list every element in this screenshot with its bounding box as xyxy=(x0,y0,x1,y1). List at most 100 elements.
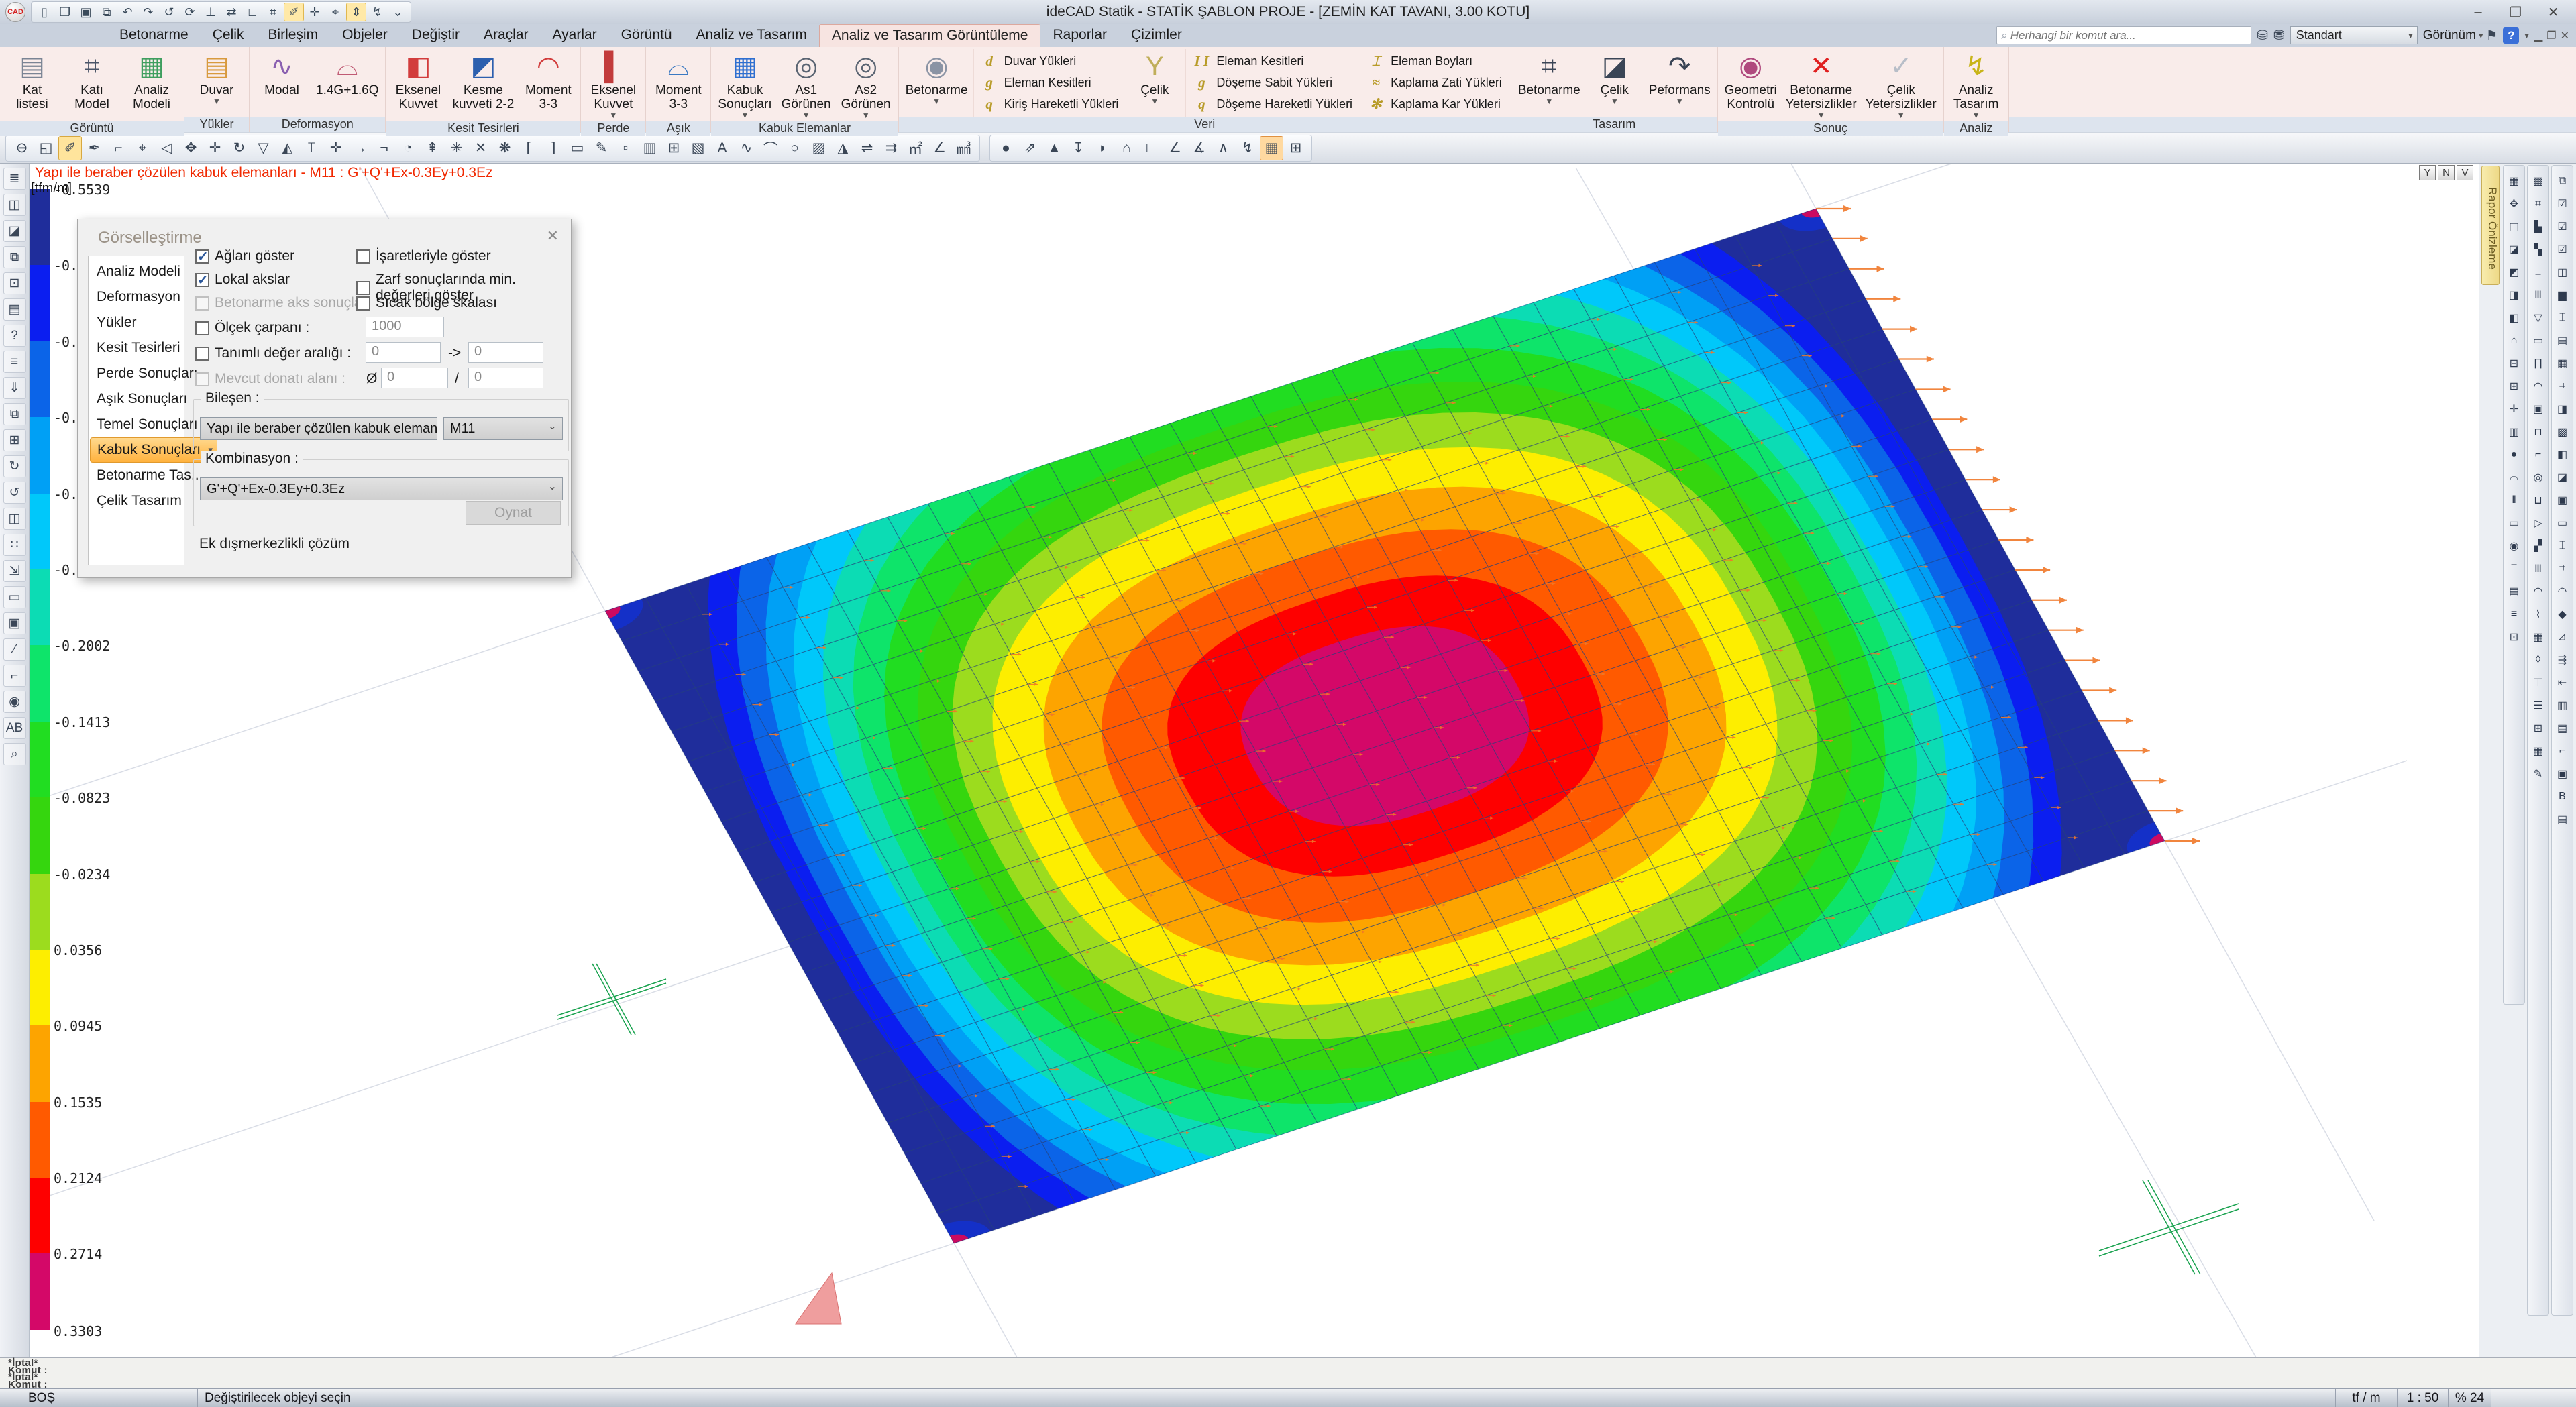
ribbon-button-celik-veri[interactable]: Y Çelik ▼ xyxy=(1126,49,1183,117)
dialog-close-icon[interactable]: ✕ xyxy=(547,227,559,245)
gorsellestirme-dialog[interactable]: Görselleştirme ✕ Analiz Modeli Deformasy… xyxy=(77,219,572,578)
dialog-nav-item[interactable]: Perde Sonuçları xyxy=(89,361,184,386)
qat-tool-icon[interactable]: ↶ xyxy=(117,3,138,21)
right-tool-icon[interactable]: ☰ xyxy=(2529,697,2547,714)
right-tool-icon[interactable]: ◧ xyxy=(2505,309,2523,327)
close-button[interactable]: ✕ xyxy=(2534,2,2572,22)
right-tool-icon[interactable]: ≡ xyxy=(2505,606,2523,623)
qat-tool-icon[interactable]: ↷ xyxy=(138,3,158,21)
tool-icon[interactable]: ✛ xyxy=(324,136,347,160)
right-tool-icon[interactable]: ▤ xyxy=(2553,720,2571,737)
tool-icon[interactable]: ∡ xyxy=(1187,136,1211,160)
right-tool-icon[interactable]: ⌂ xyxy=(2505,332,2523,349)
checkbox-tanimli-aralik[interactable]: Tanımlı değer aralığı : xyxy=(195,345,351,361)
right-tool-icon[interactable]: ▦ xyxy=(2529,742,2547,760)
right-tool-icon[interactable]: ⊞ xyxy=(2505,378,2523,395)
checkbox-olcek-carpani[interactable]: Ölçek çarpanı : xyxy=(195,320,309,336)
right-tool-icon[interactable]: ▣ xyxy=(2553,492,2571,509)
side-tool-icon[interactable]: ⧉ xyxy=(3,246,26,268)
right-tool-icon[interactable]: ⊡ xyxy=(2505,628,2523,646)
side-tool-icon[interactable]: ▭ xyxy=(3,586,26,608)
checkbox-lokal-akslar[interactable]: Lokal akslar xyxy=(195,272,290,288)
right-tool-icon[interactable]: ⊿ xyxy=(2553,628,2571,646)
ribbon-button[interactable]: ▤ Duvar ▼ xyxy=(188,49,246,117)
ribbon-button-betonarme-veri[interactable]: ◉ Betonarme ▼ xyxy=(902,49,971,117)
checkbox-icon[interactable] xyxy=(195,321,209,335)
dialog-nav-item[interactable]: Deformasyon xyxy=(89,284,184,310)
right-tool-icon[interactable]: ⌐ xyxy=(2553,742,2571,760)
tool-icon[interactable]: ◮ xyxy=(831,136,855,160)
side-tool-icon[interactable]: ? xyxy=(3,325,26,347)
right-tool-icon[interactable]: B xyxy=(2553,788,2571,805)
right-tool-icon[interactable]: ◠ xyxy=(2529,378,2547,395)
right-tool-icon[interactable]: ⌓ xyxy=(2505,469,2523,486)
dialog-nav-item[interactable]: Çelik Tasarım xyxy=(89,488,184,514)
menu-tab[interactable]: Birleşim xyxy=(256,24,330,47)
dialog-nav-item[interactable]: Kesit Tesirleri xyxy=(89,335,184,361)
tool-icon[interactable]: ⊞ xyxy=(662,136,686,160)
command-history[interactable]: *İptal* Komut : *İptal* Komut : xyxy=(0,1357,2576,1388)
aralik-min-field[interactable]: 0 xyxy=(366,342,441,363)
tool-icon[interactable]: ✳ xyxy=(445,136,468,160)
aralik-max-field[interactable]: 0 xyxy=(468,342,543,363)
tool-icon[interactable]: ◗ xyxy=(1091,136,1114,160)
tool-icon[interactable]: ▧ xyxy=(686,136,710,160)
menu-tab[interactable]: Çelik xyxy=(201,24,256,47)
olcek-carpani-field[interactable]: 1000 xyxy=(366,317,444,337)
help-icon[interactable]: ? xyxy=(2503,27,2519,44)
right-tool-icon[interactable]: ◪ xyxy=(2505,241,2523,258)
menu-tab[interactable]: Çizimler xyxy=(1119,24,1194,47)
tool-icon[interactable]: A xyxy=(710,136,734,160)
side-tool-icon[interactable]: ◫ xyxy=(3,508,26,530)
tool-icon[interactable]: ∧ xyxy=(1212,136,1235,160)
right-tool-icon[interactable]: ⌶ xyxy=(2553,537,2571,555)
ribbon-button[interactable]: ◎ As2 Görünen ▼ xyxy=(837,49,895,121)
ribbon-small-item[interactable]: g Döşeme Sabit Yükleri xyxy=(1191,74,1352,91)
right-tool-icon[interactable]: ▩ xyxy=(2553,423,2571,441)
menu-tab[interactable]: Araçlar xyxy=(472,24,541,47)
qat-tool-icon[interactable]: ∟ xyxy=(242,3,262,21)
ribbon-button[interactable]: ◩ Kesme kuvveti 2-2 xyxy=(449,49,517,121)
qat-tool-icon[interactable]: ✛ xyxy=(305,3,325,21)
side-tool-icon[interactable]: ≡ xyxy=(3,351,26,373)
status-unit[interactable]: tf / m xyxy=(2336,1389,2398,1407)
bilesen-dropdown[interactable]: Yapı ile beraber çözülen kabuk elemanlar… xyxy=(200,417,437,440)
tool-icon[interactable]: ✕ xyxy=(469,136,492,160)
tool-icon[interactable]: ◔ xyxy=(396,136,420,160)
right-tool-icon[interactable]: ◨ xyxy=(2553,400,2571,418)
ribbon-button[interactable]: ▌ Eksenel Kuvvet ▼ xyxy=(584,49,642,121)
ribbon-small-item[interactable]: g Eleman Kesitleri xyxy=(979,74,1119,91)
right-tool-icon[interactable]: ▭ xyxy=(2529,332,2547,349)
right-tool-icon[interactable]: ◪ xyxy=(2553,469,2571,486)
qat-tool-icon[interactable]: ↺ xyxy=(159,3,179,21)
right-tool-icon[interactable]: ▙ xyxy=(2529,218,2547,235)
ribbon-button[interactable]: ✕ Betonarme Yetersizlikler ▼ xyxy=(1782,49,1860,121)
qat-tool-icon[interactable]: ⌄ xyxy=(388,3,408,21)
qat-tool-icon[interactable]: ⊥ xyxy=(201,3,221,21)
right-tool-icon[interactable]: ◫ xyxy=(2505,218,2523,235)
tool-icon[interactable]: ▫ xyxy=(614,136,637,160)
side-tool-icon[interactable]: ⌐ xyxy=(3,665,26,687)
checkbox-icon[interactable] xyxy=(356,249,370,264)
right-tool-icon[interactable]: ⊤ xyxy=(2529,674,2547,691)
dialog-nav-item[interactable]: Betonarme Tas... xyxy=(89,463,184,488)
right-tool-icon[interactable]: ◧ xyxy=(2553,446,2571,463)
ribbon-button[interactable]: ✓ Çelik Yetersizlikler ▼ xyxy=(1862,49,1940,121)
tool-icon[interactable]: ✥ xyxy=(179,136,203,160)
checkbox-sicak-bolge[interactable]: Sıcak bölge skalası xyxy=(356,295,497,311)
menu-tab[interactable]: Değiştir xyxy=(400,24,472,47)
checkbox-aglari-goster[interactable]: Ağları göster xyxy=(195,248,294,264)
ribbon-small-item[interactable]: q Döşeme Hareketli Yükleri xyxy=(1191,96,1352,113)
ribbon-button[interactable]: ◪ Çelik ▼ xyxy=(1586,49,1644,117)
component-dropdown[interactable]: M11 xyxy=(443,417,563,440)
ribbon-button[interactable]: ∿ Modal xyxy=(253,49,311,117)
dialog-nav-item[interactable]: Temel Sonuçları xyxy=(89,412,184,437)
right-tool-icon[interactable]: ▦ xyxy=(2553,355,2571,372)
right-tool-icon[interactable]: ✛ xyxy=(2505,400,2523,418)
tool-icon[interactable]: ∿ xyxy=(735,136,758,160)
right-tool-icon[interactable]: ▭ xyxy=(2553,514,2571,532)
right-tool-icon[interactable]: ▤ xyxy=(2505,583,2523,600)
right-tool-icon[interactable]: ▣ xyxy=(2529,400,2547,418)
side-tool-icon[interactable]: ↻ xyxy=(3,455,26,477)
qat-tool-icon[interactable]: ⌗ xyxy=(263,3,283,21)
